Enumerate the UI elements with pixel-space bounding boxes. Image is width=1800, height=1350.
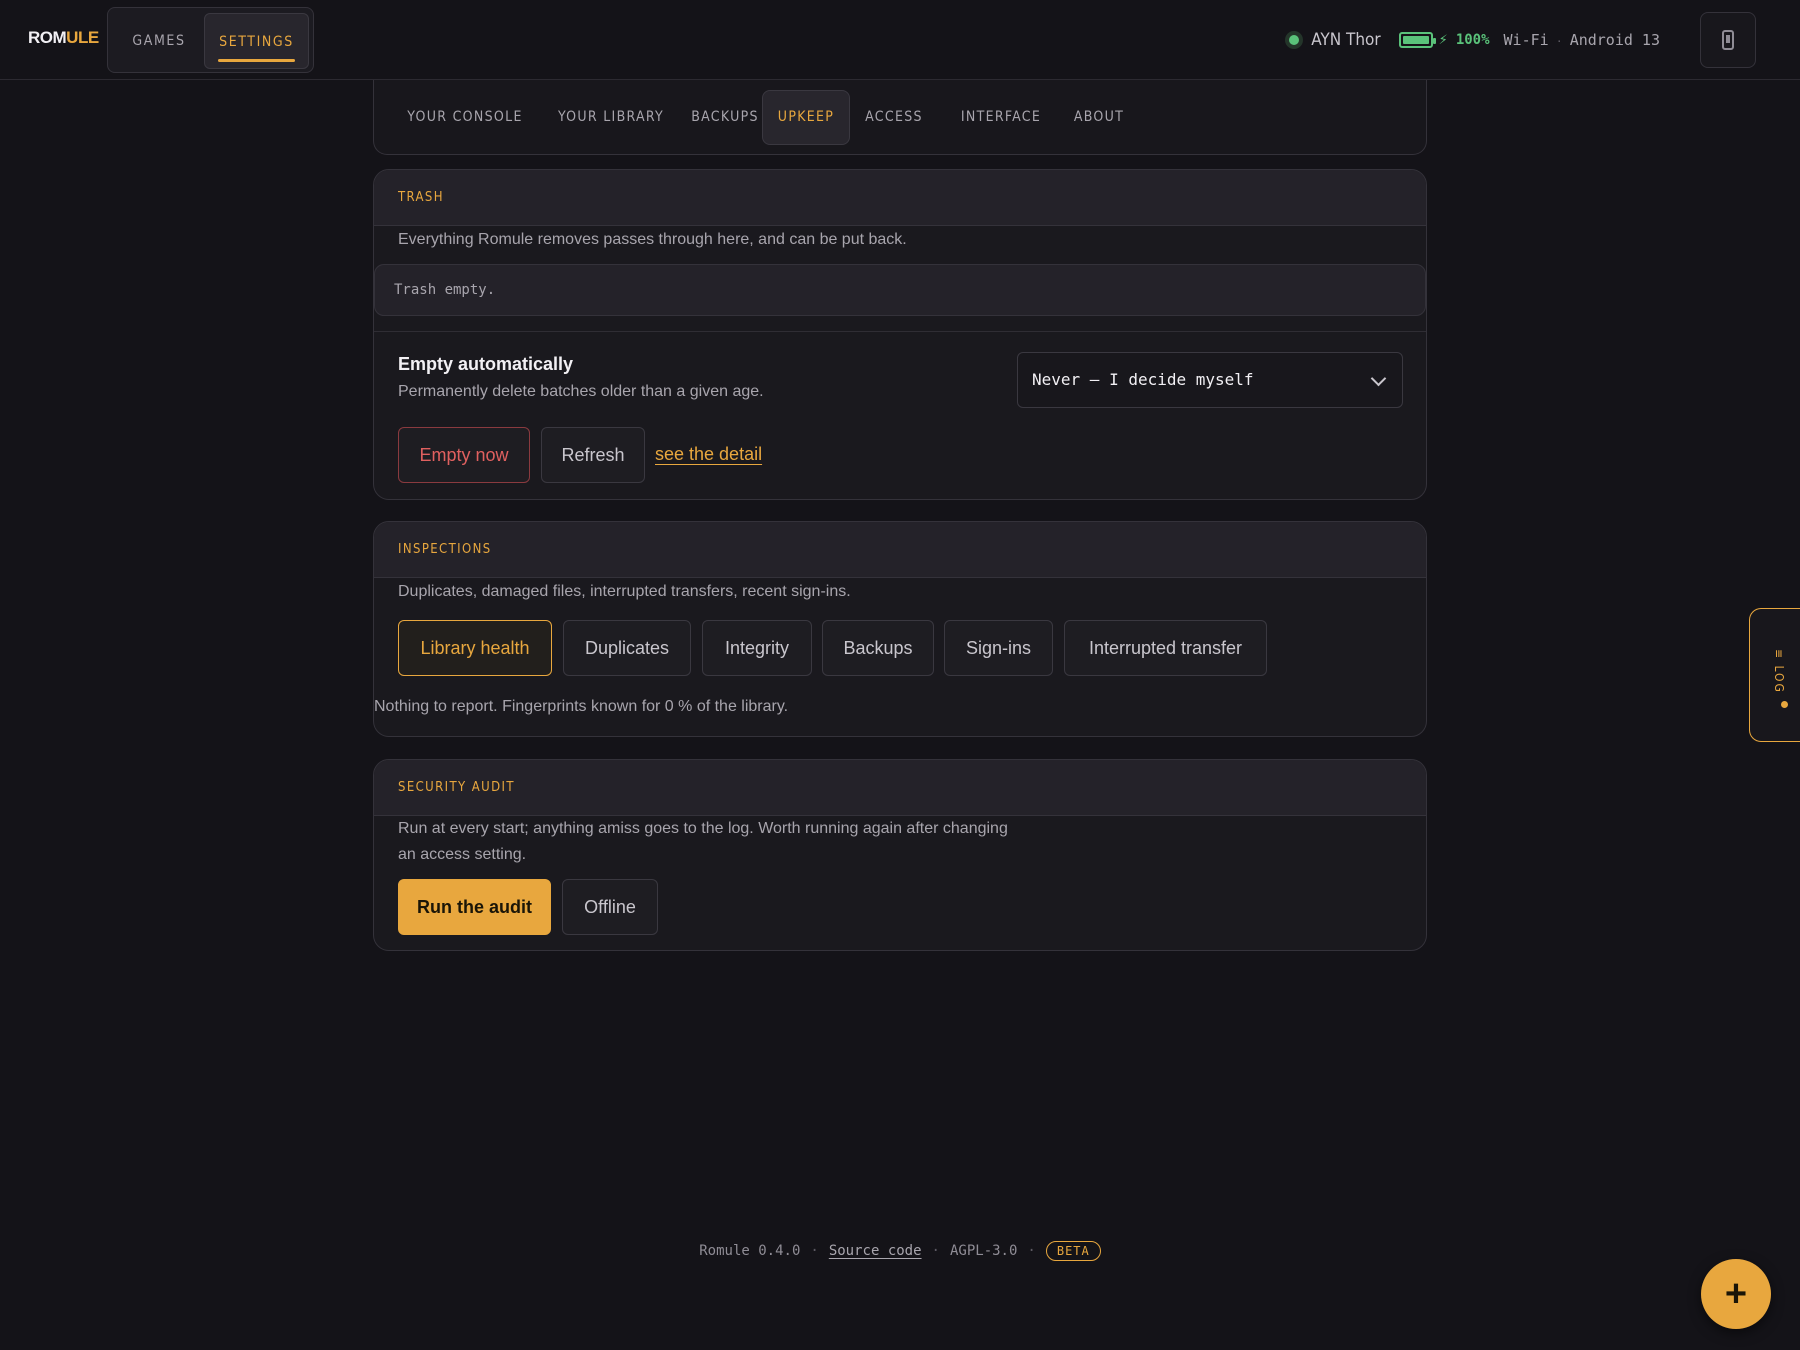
tab-settings[interactable]: SETTINGS (204, 13, 309, 69)
subtab-interface[interactable]: INTERFACE (949, 90, 1053, 145)
charging-bolt-icon: ⚡ (1438, 32, 1448, 47)
auto-empty-help: Permanently delete batches older than a … (398, 383, 764, 400)
plus-icon: + (1724, 1273, 1748, 1315)
tab-settings-label: SETTINGS (219, 34, 294, 50)
log-indicator-dot (1781, 701, 1788, 708)
trash-card: TRASH Everything Romule removes passes t… (373, 169, 1427, 500)
logo-part-b: ULE (66, 28, 99, 47)
see-detail-link[interactable]: see the detail (655, 444, 762, 465)
trash-title: TRASH (374, 170, 1426, 226)
status-separator: · (1556, 31, 1562, 49)
battery-fill (1402, 36, 1429, 44)
source-code-link[interactable]: Source code (829, 1243, 922, 1259)
battery-icon (1398, 32, 1436, 48)
refresh-button[interactable]: Refresh (541, 427, 645, 483)
os-version: Android 13 (1569, 31, 1660, 49)
trash-divider (374, 331, 1426, 332)
inspection-duplicates-button[interactable]: Duplicates (563, 620, 691, 676)
app-logo[interactable]: ROMULE (28, 28, 99, 48)
top-bar: ROMULE GAMES SETTINGS AYN Thor ⚡ 100% Wi… (0, 0, 1800, 80)
footer-separator: · (810, 1243, 819, 1259)
settings-subnav: YOUR CONSOLE YOUR LIBRARY BACKUPS UPKEEP… (373, 80, 1427, 155)
subtab-backups[interactable]: BACKUPS (677, 90, 773, 145)
active-tab-indicator (218, 59, 295, 62)
beta-badge: BETA (1045, 1241, 1101, 1261)
main-nav: GAMES SETTINGS (107, 7, 314, 73)
inspection-library-health-button[interactable]: Library health (398, 620, 552, 676)
footer-version: Romule 0.4.0 (699, 1243, 801, 1259)
inspections-card: INSPECTIONS Duplicates, damaged files, i… (373, 521, 1427, 737)
inspections-title: INSPECTIONS (374, 522, 1426, 578)
trash-status: Trash empty. (374, 264, 1426, 316)
device-name: AYN Thor (1311, 30, 1381, 50)
trash-description: Everything Romule removes passes through… (398, 231, 907, 248)
offline-button[interactable]: Offline (562, 879, 658, 935)
audit-title: SECURITY AUDIT (374, 760, 1426, 816)
inspection-result: Nothing to report. Fingerprints known fo… (374, 698, 789, 715)
device-button[interactable] (1700, 12, 1756, 68)
phone-icon (1722, 30, 1734, 50)
device-status: AYN Thor ⚡ 100% Wi-Fi · Android 13 (1285, 27, 1660, 53)
chevron-down-icon (1370, 370, 1387, 387)
footer-separator: · (931, 1243, 940, 1259)
connected-dot-icon (1285, 31, 1304, 49)
inspection-backups-button[interactable]: Backups (822, 620, 934, 676)
audit-description-line-1: Run at every start; anything amiss goes … (398, 820, 1008, 837)
empty-now-button[interactable]: Empty now (398, 427, 530, 483)
tab-games[interactable]: GAMES (114, 13, 204, 69)
log-side-tab[interactable]: ≡ LOG (1749, 608, 1800, 742)
run-audit-button[interactable]: Run the audit (398, 879, 551, 935)
subtab-upkeep[interactable]: UPKEEP (762, 90, 850, 145)
footer-license: AGPL-3.0 (949, 1243, 1018, 1259)
subtab-about[interactable]: ABOUT (1063, 90, 1135, 145)
inspection-integrity-button[interactable]: Integrity (702, 620, 812, 676)
footer-separator: · (1027, 1243, 1036, 1259)
log-tab-label: ≡ LOG (1772, 649, 1786, 694)
network-status: Wi-Fi (1503, 31, 1549, 49)
auto-empty-select[interactable]: Never — I decide myself (1017, 352, 1403, 408)
footer: Romule 0.4.0 · Source code · AGPL-3.0 · BETA (0, 1241, 1800, 1261)
subtab-your-console[interactable]: YOUR CONSOLE (396, 90, 534, 145)
audit-description-line-2: an access setting. (398, 846, 527, 863)
battery-percent: 100% (1455, 32, 1490, 48)
auto-empty-label: Empty automatically (398, 354, 574, 374)
add-fab-button[interactable]: + (1701, 1259, 1771, 1329)
security-audit-card: SECURITY AUDIT Run at every start; anyth… (373, 759, 1427, 951)
subtab-access[interactable]: ACCESS (858, 90, 930, 145)
inspection-interrupted-transfer-button[interactable]: Interrupted transfer (1064, 620, 1267, 676)
subtab-your-library[interactable]: YOUR LIBRARY (542, 90, 680, 145)
logo-part-a: ROM (28, 28, 67, 47)
inspection-sign-ins-button[interactable]: Sign-ins (944, 620, 1053, 676)
auto-empty-value: Never — I decide myself (1032, 370, 1254, 389)
inspections-description: Duplicates, damaged files, interrupted t… (398, 583, 851, 600)
